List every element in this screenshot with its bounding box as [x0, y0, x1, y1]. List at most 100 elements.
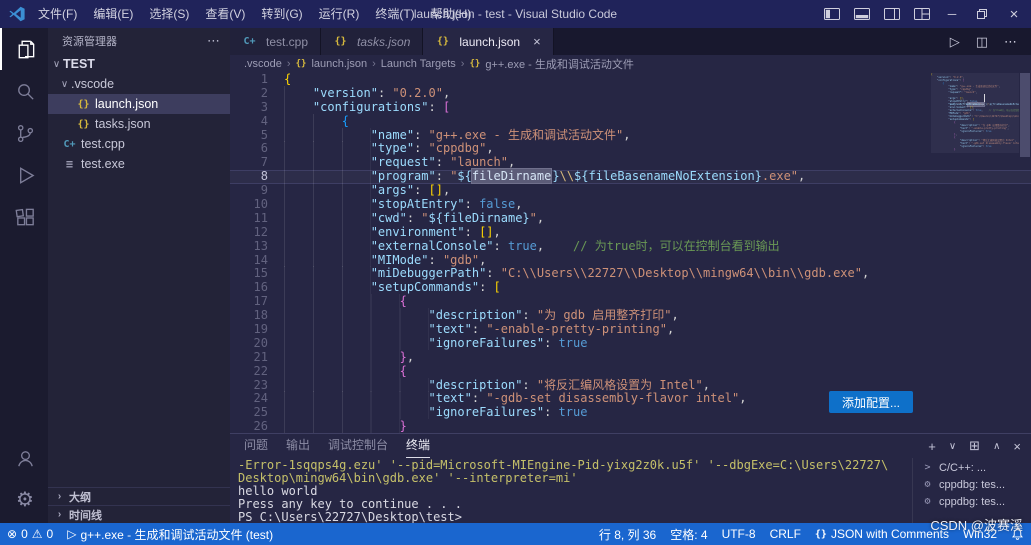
breadcrumb-item-3[interactable]: g++.exe - 生成和调试活动文件 [485, 56, 634, 72]
close-tab-icon[interactable]: × [533, 34, 541, 49]
toggle-panel-icon[interactable] [847, 0, 877, 28]
toggle-sidebar-icon[interactable] [817, 0, 847, 28]
minimap-slider[interactable] [931, 73, 1019, 153]
debug-target[interactable]: ▷ g++.exe - 生成和调试活动文件 (test) [60, 523, 280, 545]
run-and-debug-icon[interactable] [0, 154, 48, 196]
tab-launch-json[interactable]: {} launch.json × [423, 28, 554, 55]
minimize-icon[interactable]: ─ [937, 0, 967, 28]
code-line[interactable]: 11 "cwd": "${fileDirname}", [230, 210, 1031, 226]
minimap[interactable]: 1{2 "version": "0.2.0",3 "configurations… [931, 73, 1019, 433]
terminal-session-1[interactable]: ⚙ cppdbg: tes... [913, 476, 1031, 493]
explorer-header: 资源管理器 ⋯ [48, 28, 230, 54]
code-token: "type" [370, 141, 415, 156]
cpp-file-icon: C+ [243, 36, 256, 47]
breadcrumb-item-2[interactable]: Launch Targets [381, 58, 456, 70]
code-line[interactable]: 16 "setupCommands": [ [230, 280, 1031, 295]
more-actions-icon[interactable]: ⋯ [207, 33, 220, 49]
search-icon[interactable] [0, 70, 48, 112]
menu-item-2[interactable]: 选择(S) [141, 0, 197, 28]
code-line[interactable]: 3 "configurations": [ [230, 99, 1031, 115]
sidebar-section-1[interactable]: › 时间线 [48, 505, 230, 523]
code-editor[interactable]: 1{2 "version": "0.2.0", 3 "configurations… [230, 73, 1031, 433]
menu-item-1[interactable]: 编辑(E) [85, 0, 141, 28]
breadcrumb-item-0[interactable]: .vscode [244, 58, 282, 70]
code-line[interactable]: 10 "stopAtEntry": false, [230, 197, 1031, 212]
code-line[interactable]: 15 "miDebuggerPath": "C:\\Users\\22727\\… [230, 266, 1031, 281]
tab-test-cpp[interactable]: C+ test.cpp [230, 28, 322, 55]
code-token [284, 224, 371, 239]
panel-tab-item[interactable]: 终端 [406, 434, 431, 458]
source-control-icon[interactable] [0, 112, 48, 154]
code-line[interactable]: 22 { [230, 363, 1031, 379]
restore-icon[interactable] [967, 0, 997, 28]
menu-item-3[interactable]: 查看(V) [197, 0, 253, 28]
panel-tab-item[interactable]: 调试控制台 [328, 434, 388, 457]
code-line[interactable]: 12 "environment": [], [230, 224, 1031, 240]
terminal-session-0[interactable]: > C/C++: ... [913, 459, 1031, 476]
split-editor-icon[interactable]: ◫ [976, 34, 988, 50]
code-line[interactable]: 21 }, [230, 349, 1031, 365]
toggle-secondary-sidebar-icon[interactable] [877, 0, 907, 28]
encoding[interactable]: UTF-8 [715, 523, 763, 545]
run-debug-icon[interactable]: ▷ [950, 34, 960, 50]
line-number: 24 [253, 391, 268, 406]
add-configuration-button[interactable]: 添加配置... [828, 391, 913, 413]
tree-item-tasks-json[interactable]: {} tasks.json [48, 114, 230, 134]
maximize-panel-icon[interactable]: ∧ [993, 441, 1000, 452]
terminal-output[interactable]: -Error-1sqqps4g.ezu' '--pid=Microsoft-MI… [230, 458, 912, 524]
code-line[interactable]: 6 "type": "cppdbg", [230, 141, 1031, 156]
code-line[interactable]: 2 "version": "0.2.0", [230, 85, 1031, 101]
tree-item-test-exe[interactable]: ≡ test.exe [48, 154, 230, 174]
customize-layout-icon[interactable] [907, 0, 937, 28]
code-line[interactable]: 8 "program": "${fileDirname}\\${fileBase… [230, 168, 1031, 185]
tree-item-test-cpp[interactable]: C+ test.cpp [48, 134, 230, 154]
panel-tab-item[interactable]: 输出 [286, 434, 310, 457]
scrollbar-thumb[interactable] [1020, 73, 1030, 157]
menu-item-4[interactable]: 转到(G) [253, 0, 310, 28]
code-token [284, 210, 371, 225]
breadcrumb-item-1[interactable]: launch.json [311, 58, 367, 70]
indentation[interactable]: 空格: 4 [663, 523, 714, 545]
terminal-dropdown-icon[interactable]: ∨ [949, 441, 956, 452]
code-token: : [414, 141, 429, 156]
code-line[interactable]: 13 "externalConsole": true, // 为true时，可以… [230, 238, 1031, 254]
sidebar-section-0[interactable]: › 大纲 [48, 487, 230, 505]
menu-item-6[interactable]: 终端(T) [367, 0, 422, 28]
split-terminal-icon[interactable]: ⊞ [969, 438, 980, 454]
code-line[interactable]: 5 "name": "g++.exe - 生成和调试活动文件", [230, 127, 1031, 143]
code-token [284, 169, 371, 184]
tree-item-vscode[interactable]: ∨ .vscode [48, 74, 230, 94]
menu-item-5[interactable]: 运行(R) [311, 0, 368, 28]
eol-sequence[interactable]: CRLF [763, 523, 808, 545]
tree-item-test[interactable]: ∨ TEST [48, 54, 230, 74]
code-line[interactable]: 26 } [230, 419, 1031, 433]
code-line[interactable]: 19 "text": "-enable-pretty-printing", [230, 322, 1031, 337]
settings-gear-icon[interactable]: ⚙ [0, 479, 48, 521]
explorer-icon[interactable] [0, 28, 48, 70]
panel-tabs: 问题 输出 调试控制台 终端 [244, 434, 448, 458]
cursor-position[interactable]: 行 8, 列 36 [592, 523, 663, 545]
tab-tasks-json[interactable]: {} tasks.json [321, 28, 424, 55]
menu-item-7[interactable]: 帮助(H) [423, 0, 480, 28]
code-line[interactable]: 14 "MIMode": "gdb", [230, 252, 1031, 268]
tree-item-launch-json[interactable]: {} launch.json [48, 94, 230, 114]
editor-scrollbar[interactable] [1019, 73, 1031, 433]
line-content: "text": "-enable-pretty-printing", [284, 322, 674, 337]
close-icon[interactable]: × [997, 0, 1031, 28]
menu-item-0[interactable]: 文件(F) [30, 0, 85, 28]
panel-tab-item[interactable]: 问题 [244, 434, 268, 457]
extensions-icon[interactable] [0, 196, 48, 238]
account-icon[interactable] [0, 437, 48, 479]
new-terminal-icon[interactable]: + [928, 439, 936, 454]
more-actions-icon[interactable]: ⋯ [1004, 34, 1017, 50]
chevron-right-icon: › [57, 509, 62, 520]
code-token: : [414, 127, 429, 142]
code-line[interactable]: 4 { [230, 113, 1031, 129]
code-line[interactable]: 1{ [230, 73, 1031, 87]
problems-indicator[interactable]: ⊗ 0 ⚠ 0 [0, 523, 60, 545]
code-line[interactable]: 9 "args": [], [230, 183, 1031, 198]
code-line[interactable]: 18 "description": "为 gdb 启用整齐打印", [230, 308, 1031, 323]
terminal-session-2[interactable]: ⚙ cppdbg: tes... [913, 493, 1031, 510]
code-line[interactable]: 20 "ignoreFailures": true [230, 335, 1031, 351]
close-panel-icon[interactable]: × [1013, 439, 1021, 454]
